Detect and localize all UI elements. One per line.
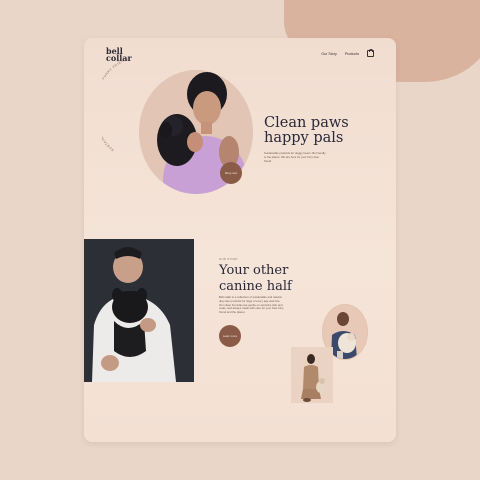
website-mockup-card: bell collar Our Story Products SUSTAINAB… <box>84 38 396 442</box>
photo-woman-with-dog-square <box>291 347 333 403</box>
svg-text:SUSTAINABLE PRODUCTS FOR YOUR: SUSTAINABLE PRODUCTS FOR YOUR FURRY FRIE… <box>102 58 130 152</box>
arc-text-path: SUSTAINABLE PRODUCTS FOR YOUR FURRY FRIE… <box>102 58 129 152</box>
hero-subtitle: Sustainable products for doggy lovers. B… <box>264 151 326 163</box>
shopping-bag-icon[interactable] <box>367 49 374 57</box>
section-body: Bell collar is a collection of sustainab… <box>219 295 284 315</box>
hero-title: Clean paws happy pals <box>264 115 349 146</box>
top-nav: Our Story Products <box>321 49 374 57</box>
section-eyebrow: OUR STORY <box>219 257 239 261</box>
learn-more-button[interactable]: Learn more <box>219 325 241 347</box>
nav-item-our-story[interactable]: Our Story <box>321 52 336 56</box>
shop-now-button[interactable]: Shop now <box>220 162 242 184</box>
nav-item-products[interactable]: Products <box>345 52 359 56</box>
photo-man-with-french-bulldog <box>84 239 194 382</box>
section-title: Your other canine half <box>219 263 292 294</box>
